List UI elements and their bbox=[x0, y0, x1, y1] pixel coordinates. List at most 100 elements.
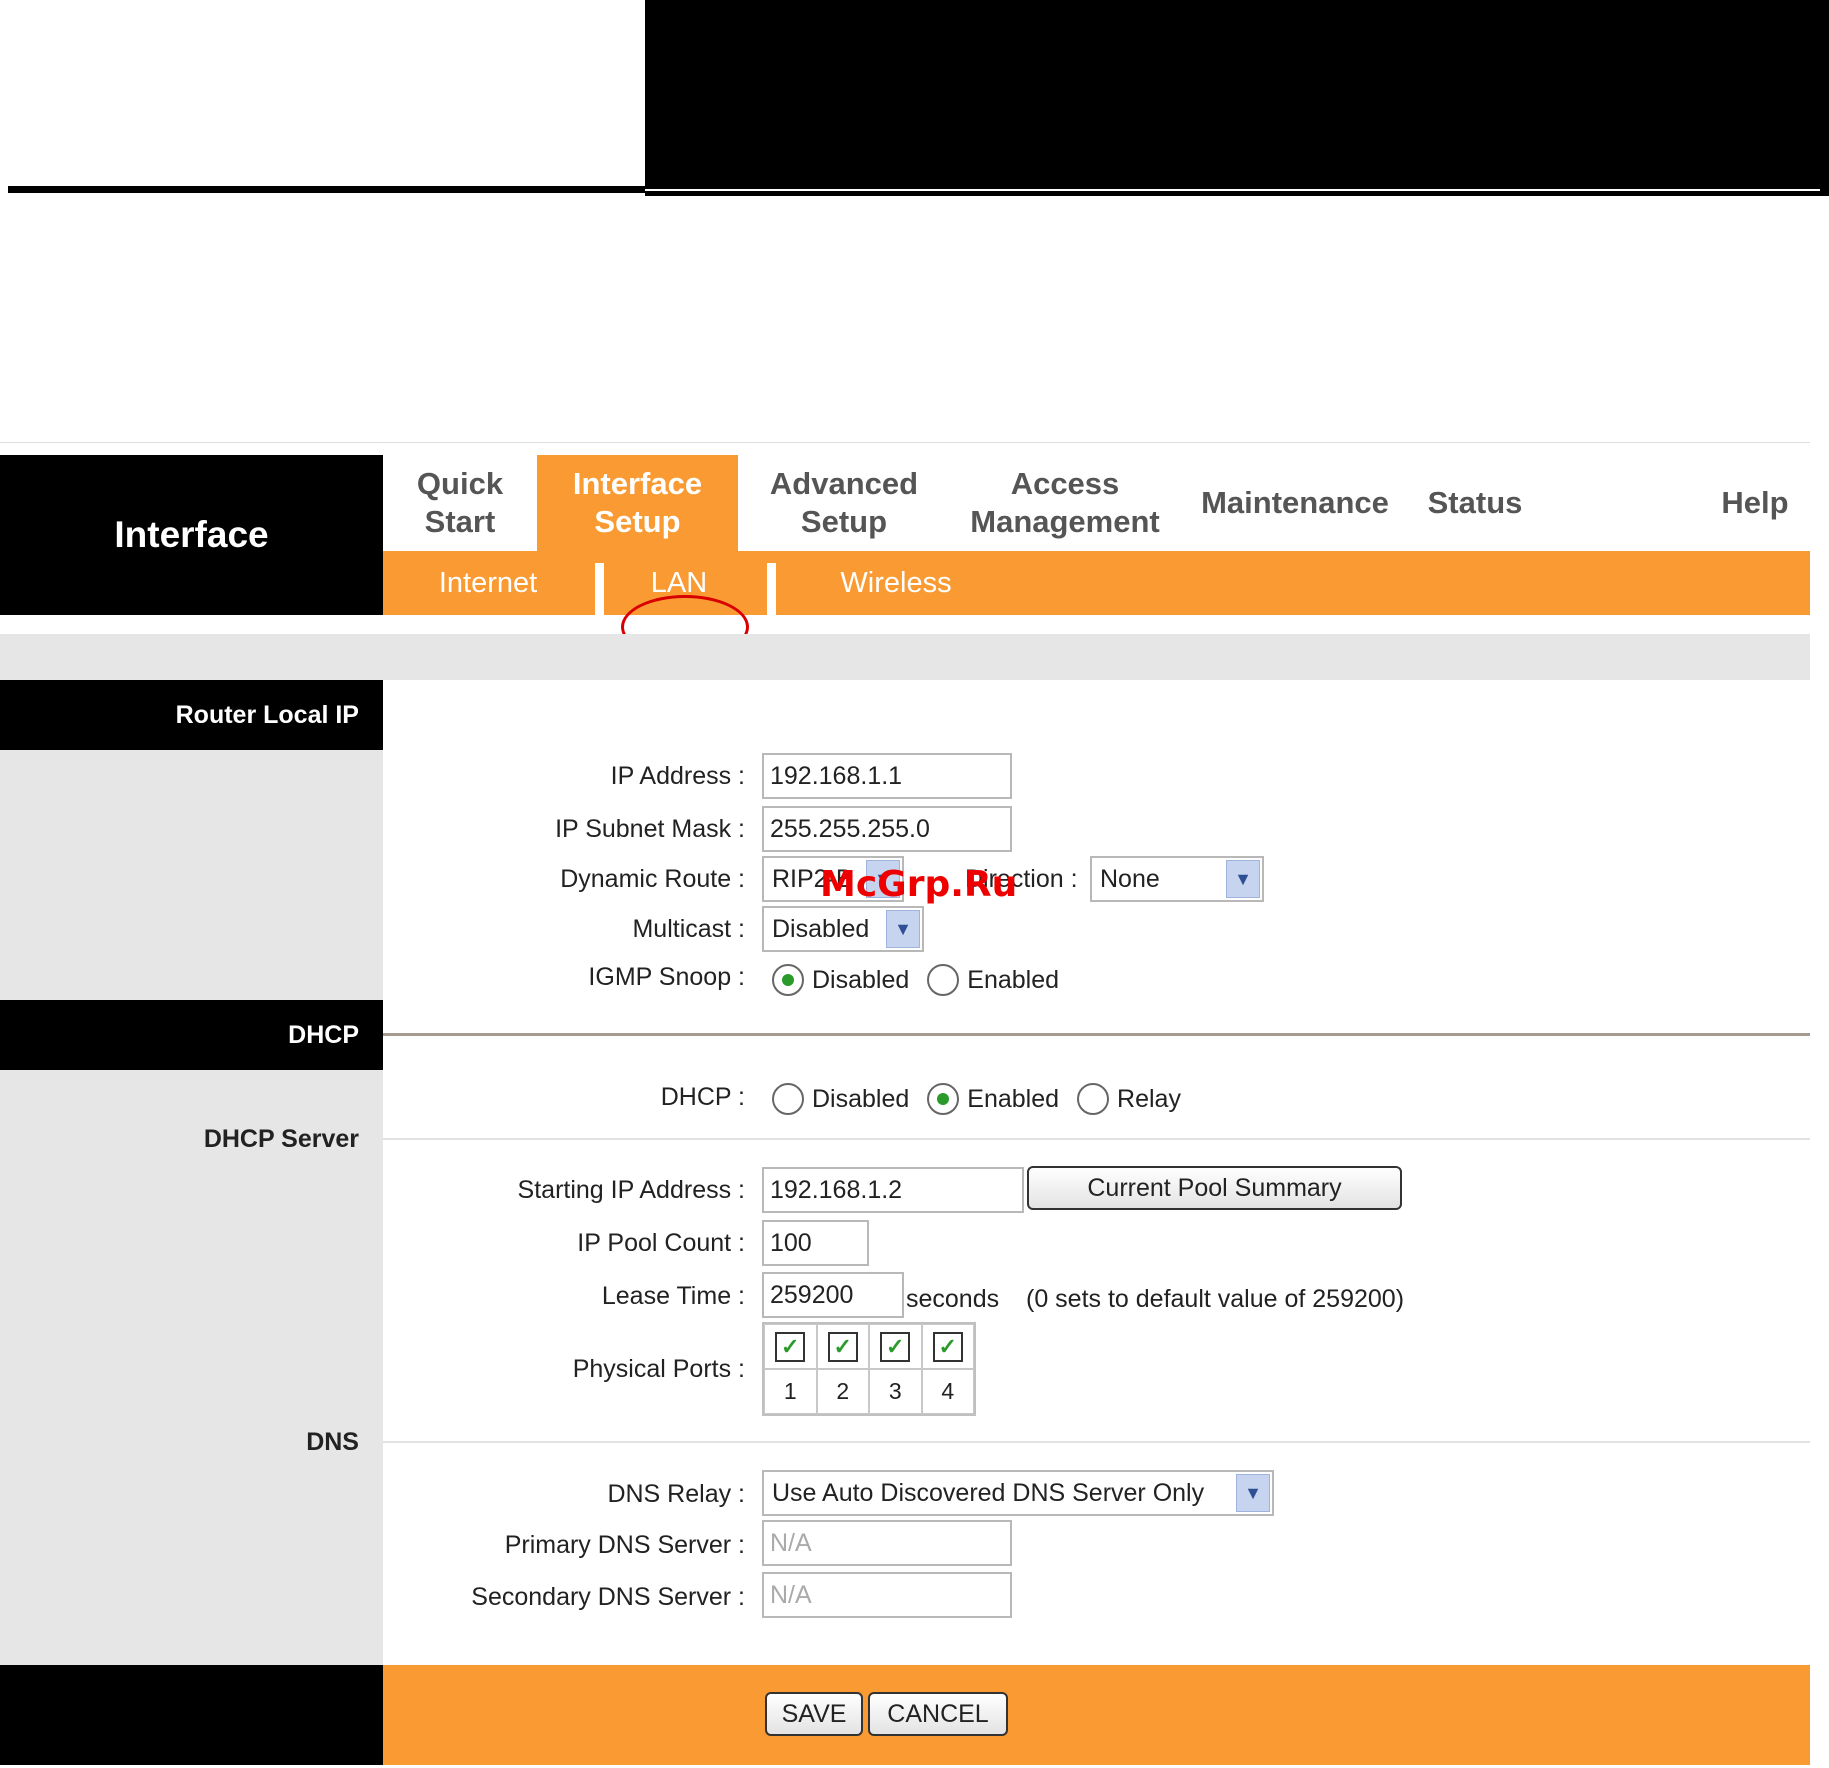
dhcp-enabled-radio[interactable] bbox=[927, 1083, 960, 1115]
subtab-wireless[interactable]: Wireless bbox=[776, 551, 1016, 615]
dhcp-relay-radio[interactable] bbox=[1077, 1083, 1110, 1115]
lease-time-unit: seconds bbox=[906, 1285, 1000, 1313]
dns-divider bbox=[383, 1441, 1810, 1443]
chevron-down-icon: ▼ bbox=[1226, 860, 1260, 898]
primary-dns-label: Primary DNS Server : bbox=[504, 1531, 745, 1559]
port-check-cell: ✓ bbox=[921, 1324, 974, 1369]
footer-bar bbox=[383, 1665, 1810, 1765]
port-check-cell: ✓ bbox=[764, 1324, 817, 1369]
pool-count-field[interactable]: 100 bbox=[762, 1220, 869, 1266]
section-dhcp: DHCP bbox=[0, 1000, 383, 1070]
chevron-down-icon: ▼ bbox=[1236, 1474, 1270, 1512]
separator bbox=[0, 442, 1810, 443]
tab-label: Maintenance bbox=[1201, 485, 1389, 520]
subtab-divider bbox=[767, 563, 776, 615]
radio-label: Relay bbox=[1117, 1084, 1181, 1113]
subnet-mask-label: IP Subnet Mask : bbox=[555, 815, 745, 843]
physical-ports-label: Physical Ports : bbox=[572, 1355, 745, 1383]
subnet-mask-field[interactable]: 255.255.255.0 bbox=[762, 806, 1012, 852]
port-3-checkbox[interactable]: ✓ bbox=[880, 1331, 911, 1362]
igmp-enabled-radio[interactable] bbox=[927, 964, 960, 996]
dynamic-route-label: Dynamic Route : bbox=[560, 865, 745, 893]
tab-label: Access Management bbox=[970, 466, 1160, 539]
port-check-cell: ✓ bbox=[869, 1324, 922, 1369]
top-rule-highlight bbox=[645, 189, 1820, 191]
tab-advanced-setup[interactable]: Advanced Setup bbox=[738, 455, 950, 551]
starting-ip-label: Starting IP Address : bbox=[517, 1176, 745, 1204]
port-number: 2 bbox=[816, 1369, 869, 1414]
subtab-label: Internet bbox=[438, 566, 538, 599]
radio-label: Enabled bbox=[967, 965, 1060, 994]
radio-label: Enabled bbox=[967, 1084, 1060, 1113]
tab-access-management[interactable]: Access Management bbox=[950, 455, 1180, 551]
checkmark-icon: ✓ bbox=[938, 1333, 957, 1359]
subtab-divider bbox=[595, 563, 604, 615]
checkmark-icon: ✓ bbox=[833, 1333, 852, 1359]
tab-label: Quick Start bbox=[416, 466, 504, 539]
pool-count-label: IP Pool Count : bbox=[577, 1229, 745, 1257]
tab-interface-setup[interactable]: Interface Setup bbox=[537, 455, 738, 551]
radio-label: Disabled bbox=[812, 965, 910, 994]
chevron-down-icon: ▼ bbox=[886, 910, 920, 948]
top-black-banner bbox=[645, 0, 1829, 196]
port-number: 3 bbox=[869, 1369, 922, 1414]
dhcp-disabled-radio[interactable] bbox=[772, 1083, 804, 1115]
main-nav: Quick Start Interface Setup Advanced Set… bbox=[383, 455, 1810, 551]
dns-relay-label: DNS Relay : bbox=[607, 1480, 745, 1508]
top-rule bbox=[8, 186, 648, 193]
secondary-dns-field[interactable]: N/A bbox=[762, 1572, 1012, 1618]
igmp-disabled-radio[interactable] bbox=[772, 964, 804, 996]
direction-select[interactable]: None ▼ bbox=[1090, 856, 1264, 902]
subtab-internet[interactable]: Internet bbox=[383, 551, 593, 615]
tab-label: Advanced Setup bbox=[769, 466, 919, 539]
port-1-checkbox[interactable]: ✓ bbox=[775, 1331, 806, 1362]
multicast-label: Multicast : bbox=[632, 915, 745, 943]
lease-time-hint: (0 sets to default value of 259200) bbox=[1026, 1285, 1405, 1313]
multicast-value: Disabled bbox=[772, 914, 870, 943]
dhcp-divider bbox=[383, 1033, 1810, 1036]
lease-time-field[interactable]: 259200 bbox=[762, 1272, 904, 1318]
starting-ip-field[interactable]: 192.168.1.2 bbox=[762, 1167, 1024, 1213]
igmp-snoop-group: Disabled Enabled bbox=[772, 964, 1059, 996]
physical-ports-grid: ✓ ✓ ✓ ✓ 1 2 3 4 bbox=[762, 1322, 976, 1416]
dns-relay-value: Use Auto Discovered DNS Server Only bbox=[772, 1478, 1205, 1507]
port-number: 4 bbox=[921, 1369, 974, 1414]
ip-address-label: IP Address : bbox=[610, 762, 745, 790]
secondary-dns-label: Secondary DNS Server : bbox=[471, 1583, 745, 1611]
tab-maintenance[interactable]: Maintenance bbox=[1180, 455, 1410, 551]
dhcp-mode-label: DHCP : bbox=[660, 1083, 745, 1111]
footer-left bbox=[0, 1665, 383, 1765]
tab-quick-start[interactable]: Quick Start bbox=[383, 455, 537, 551]
dhcp-mode-group: Disabled Enabled Relay bbox=[772, 1083, 1181, 1115]
igmp-snoop-label: IGMP Snoop : bbox=[588, 963, 745, 991]
primary-dns-field[interactable]: N/A bbox=[762, 1520, 1012, 1566]
current-pool-summary-button[interactable]: Current Pool Summary bbox=[1027, 1166, 1402, 1210]
dns-relay-select[interactable]: Use Auto Discovered DNS Server Only ▼ bbox=[762, 1470, 1274, 1516]
tab-status[interactable]: Status bbox=[1410, 455, 1540, 551]
cancel-button[interactable]: CANCEL bbox=[868, 1692, 1008, 1736]
checkmark-icon: ✓ bbox=[886, 1333, 905, 1359]
save-button[interactable]: SAVE bbox=[765, 1692, 863, 1736]
ip-address-field[interactable]: 192.168.1.1 bbox=[762, 753, 1012, 799]
subsection-dns: DNS bbox=[306, 1428, 359, 1456]
direction-value: None bbox=[1100, 864, 1160, 893]
radio-dot-icon bbox=[937, 1093, 950, 1105]
brand-title: Interface bbox=[0, 455, 383, 615]
watermark: McGrp.Ru bbox=[820, 864, 1018, 905]
sub-nav: Internet LAN Wireless bbox=[383, 551, 1810, 615]
tab-label: Status bbox=[1427, 485, 1523, 520]
tab-label: Help bbox=[1721, 485, 1789, 520]
port-number: 1 bbox=[764, 1369, 817, 1414]
dhcp-server-divider bbox=[383, 1138, 1810, 1140]
multicast-select[interactable]: Disabled ▼ bbox=[762, 906, 924, 952]
tab-help[interactable]: Help bbox=[1700, 455, 1810, 551]
checkmark-icon: ✓ bbox=[781, 1333, 800, 1359]
port-2-checkbox[interactable]: ✓ bbox=[827, 1331, 858, 1362]
lease-time-label: Lease Time : bbox=[601, 1282, 745, 1310]
radio-dot-icon bbox=[782, 974, 794, 986]
port-4-checkbox[interactable]: ✓ bbox=[932, 1331, 963, 1362]
port-check-cell: ✓ bbox=[816, 1324, 869, 1369]
subtab-label: Wireless bbox=[840, 566, 952, 599]
section-router-local-ip: Router Local IP bbox=[0, 680, 383, 750]
subsection-dhcp-server: DHCP Server bbox=[203, 1125, 359, 1153]
